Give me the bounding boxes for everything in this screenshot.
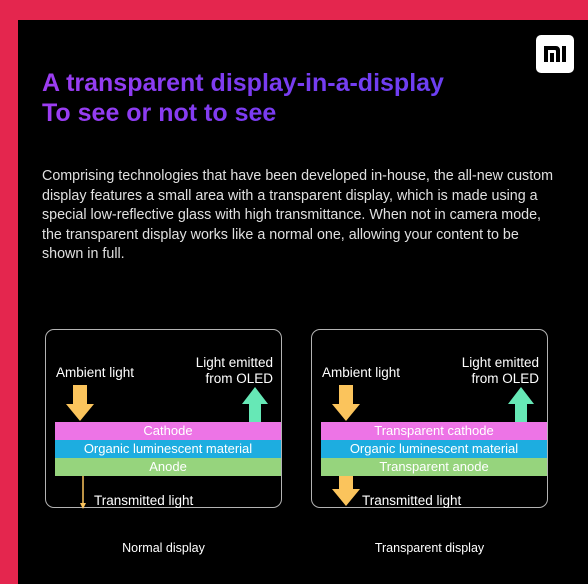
page-title: A transparent display-in-a-display To se… xyxy=(42,68,444,128)
transmitted-light-label: Transmitted light xyxy=(94,493,194,508)
transmitted-light-arrow-icon xyxy=(80,476,86,509)
ambient-light-arrow-icon xyxy=(332,385,360,421)
transparent-display-caption: Transparent display xyxy=(374,541,485,555)
emitted-light-label: Light emitted from OLED xyxy=(462,355,539,387)
organic-material-layer: Organic luminescent material xyxy=(321,440,547,458)
title-line-2: To see or not to see xyxy=(42,99,277,127)
emitted-light-arrow-icon xyxy=(508,387,534,422)
ambient-light-label: Ambient light xyxy=(322,365,401,380)
emitted-label-line-1: Light emitted xyxy=(195,355,273,370)
transparent-anode-layer: Transparent anode xyxy=(321,458,547,476)
xiaomi-logo xyxy=(536,35,574,73)
normal-display-caption: Normal display xyxy=(122,541,205,555)
ambient-light-arrow-icon xyxy=(66,385,94,421)
emitted-light-arrow-icon xyxy=(242,387,268,422)
ambient-light-label: Ambient light xyxy=(56,365,135,380)
emitted-label-line-2: from OLED xyxy=(471,371,539,386)
title-line-1: A transparent display-in-a-display xyxy=(42,69,444,97)
infographic-panel: A transparent display-in-a-display To se… xyxy=(18,20,588,584)
emitted-label-line-1: Light emitted xyxy=(461,355,539,370)
organic-material-layer: Organic luminescent material xyxy=(55,440,281,458)
mi-logo-icon xyxy=(544,46,566,62)
normal-display-diagram: Ambient light Light emitted from OLED Ca… xyxy=(45,329,282,509)
emitted-light-label: Light emitted from OLED xyxy=(196,355,273,387)
description-paragraph: Comprising technologies that have been d… xyxy=(42,168,554,262)
transmitted-light-label: Transmitted light xyxy=(362,493,462,508)
cathode-layer: Cathode xyxy=(55,422,281,440)
anode-layer: Anode xyxy=(55,458,281,476)
transparent-cathode-layer: Transparent cathode xyxy=(321,422,547,440)
transparent-display-diagram: Ambient light Light emitted from OLED Tr… xyxy=(311,329,548,508)
emitted-label-line-2: from OLED xyxy=(205,371,273,386)
